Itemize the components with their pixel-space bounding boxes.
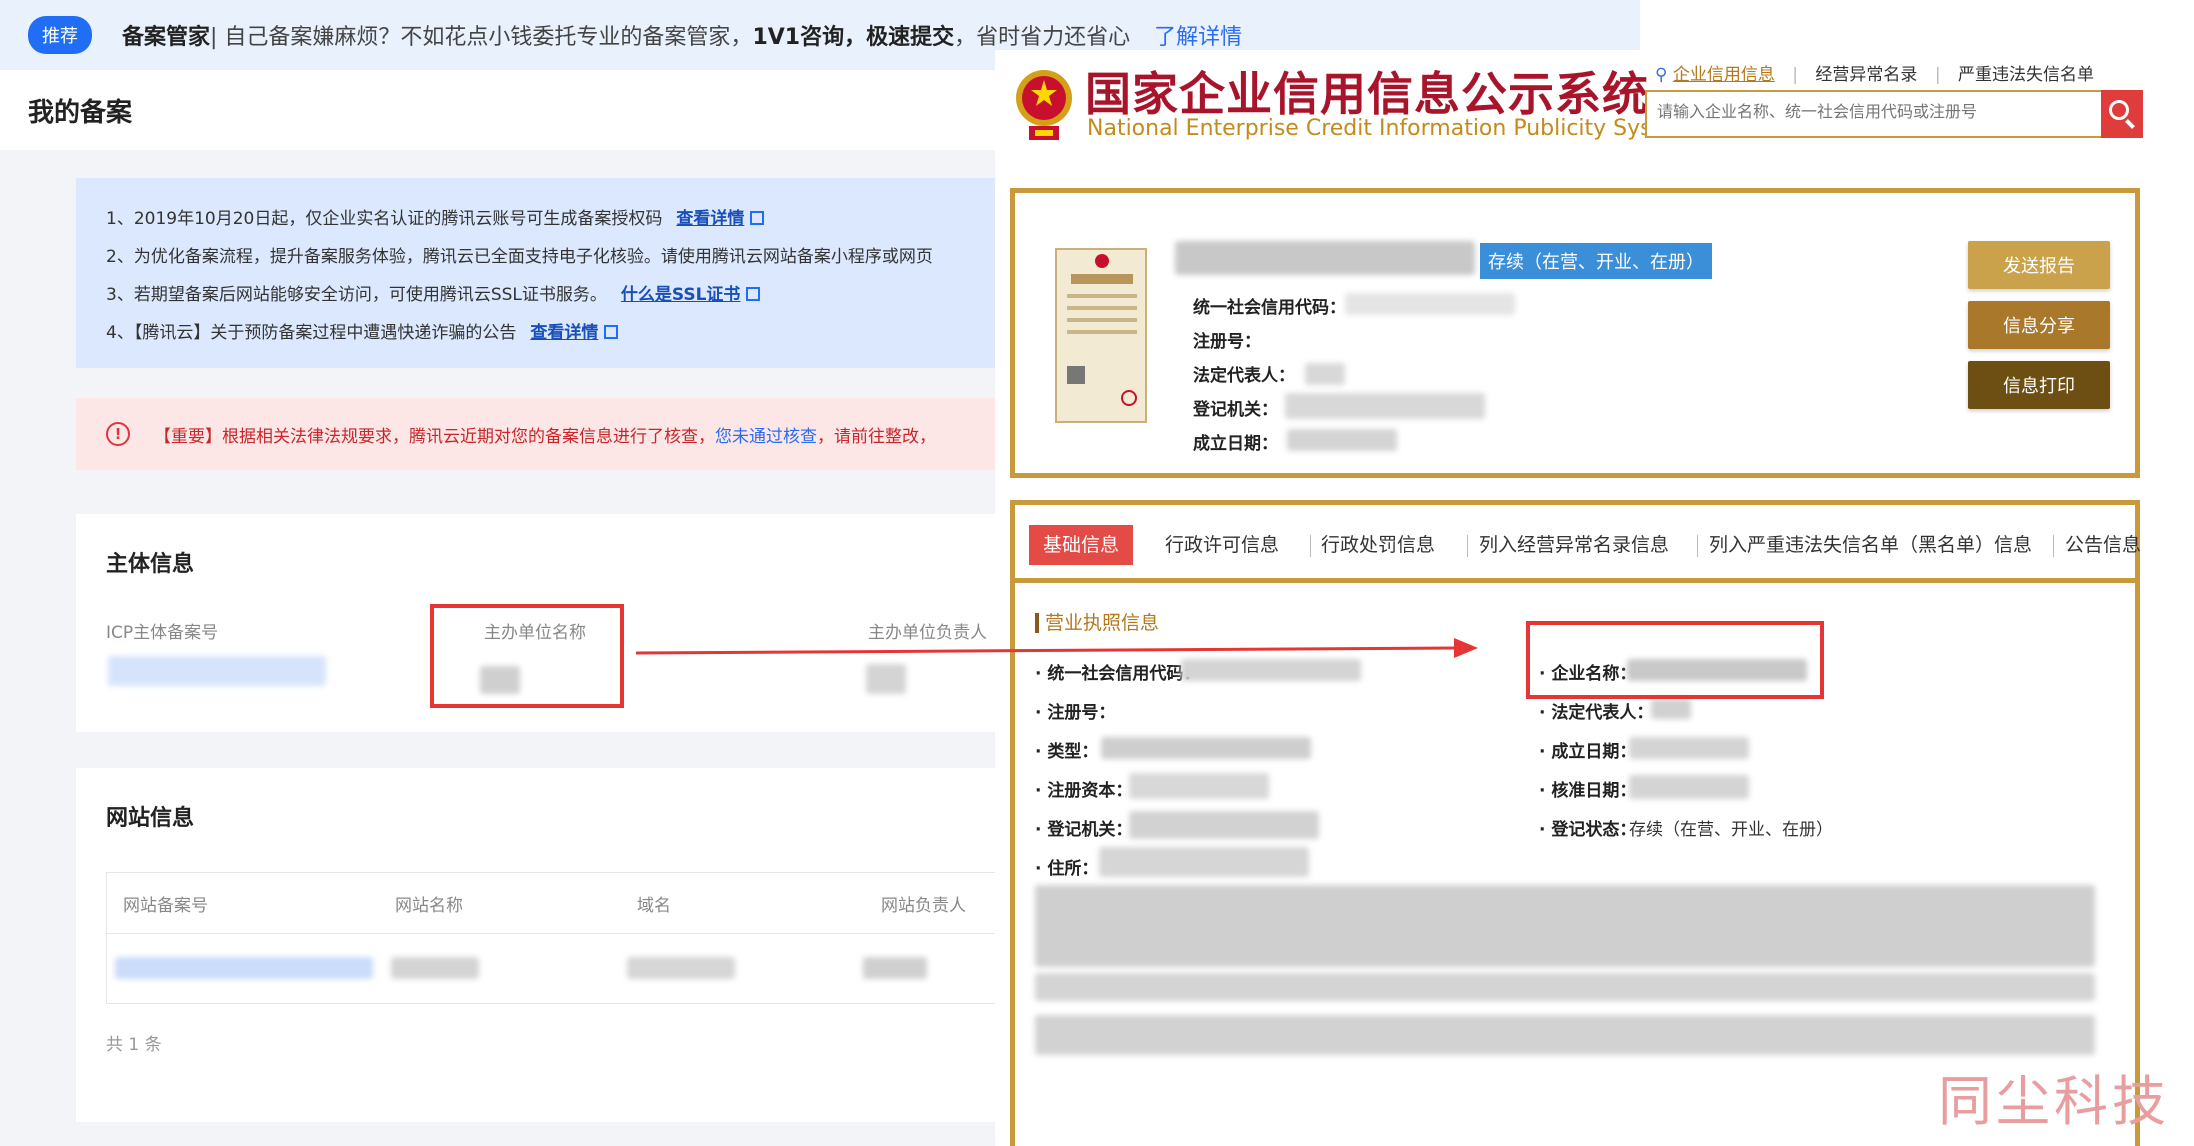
composite-screenshot: 推荐 备案管家 | 自己备案嫌麻烦？不如花点小钱委托专业的备案管家， 1V1咨询… [0, 0, 2194, 1146]
comparison-arrow [635, 638, 1478, 658]
watermark: 同尘科技 [1938, 1070, 2170, 1133]
